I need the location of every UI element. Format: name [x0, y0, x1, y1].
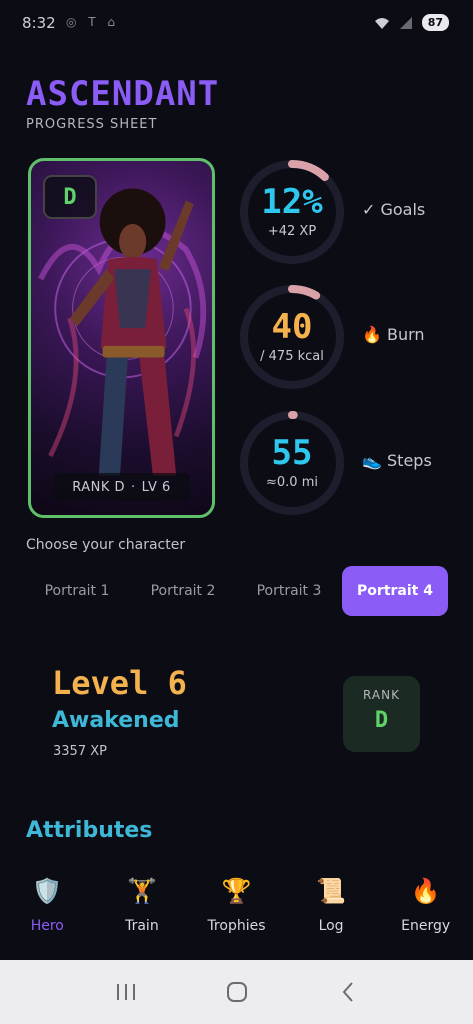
rank-box-label: RANK — [363, 688, 400, 702]
back-button[interactable] — [328, 972, 368, 1012]
goals-value: 12% — [261, 182, 323, 222]
fire-icon: 🔥 — [410, 877, 441, 905]
steps-sub: ≈0.0 mi — [266, 475, 318, 490]
nav-label-train: Train — [125, 918, 159, 934]
burn-value: 40 — [271, 307, 313, 347]
rank-box: RANK D — [343, 676, 420, 752]
app-title: ASCENDANT — [26, 74, 220, 114]
portrait-tabs: Portrait 1 Portrait 2 Portrait 3 Portrai… — [24, 565, 448, 617]
wifi-icon — [374, 17, 389, 29]
burn-sub: / 475 kcal — [260, 349, 324, 364]
status-indicator-icons: ◎ T ⌂ — [66, 15, 120, 29]
rank-box-value: D — [374, 708, 389, 733]
app-subtitle: PROGRESS SHEET — [26, 117, 158, 132]
attributes-heading: Attributes — [26, 818, 153, 843]
nav-label-trophies: Trophies — [207, 918, 266, 934]
system-nav-bar — [0, 960, 473, 1024]
rank-strip-level: LV 6 — [141, 479, 171, 495]
metric-steps[interactable]: 55 ≈0.0 mi 👟 Steps — [236, 407, 446, 515]
weightlifter-icon: 🏋️ — [126, 877, 157, 905]
nav-item-trophies[interactable]: 🏆 Trophies — [189, 862, 284, 960]
scroll-icon: 📜 — [316, 877, 347, 905]
signal-icon — [399, 16, 412, 29]
rank-level-strip: RANK D · LV 6 — [53, 473, 190, 501]
nav-item-energy[interactable]: 🔥 Energy — [378, 862, 473, 960]
tab-portrait-4[interactable]: Portrait 4 — [342, 566, 448, 616]
goals-sub: +42 XP — [267, 224, 317, 239]
goals-label: ✓ Goals — [362, 200, 426, 219]
nav-item-train[interactable]: 🏋️ Train — [95, 862, 190, 960]
nav-label-hero: Hero — [30, 918, 64, 934]
recent-apps-icon — [116, 984, 135, 1000]
level-xp: 3357 XP — [53, 744, 107, 759]
nav-item-log[interactable]: 📜 Log — [284, 862, 379, 960]
status-bar: 8:32 ◎ T ⌂ 87 — [0, 0, 473, 46]
metric-burn[interactable]: 40 / 475 kcal 🔥 Burn — [236, 281, 446, 389]
home-button[interactable] — [217, 972, 257, 1012]
nav-label-energy: Energy — [401, 918, 451, 934]
choose-character-label: Choose your character — [26, 537, 186, 553]
back-icon — [342, 982, 353, 1002]
status-time: 8:32 — [22, 14, 56, 32]
status-right: 87 — [374, 14, 449, 31]
tab-portrait-1[interactable]: Portrait 1 — [24, 566, 130, 616]
rank-strip-separator: · — [131, 479, 136, 495]
character-portrait[interactable]: D RANK D · LV 6 — [28, 158, 215, 518]
level-title: Level 6 — [52, 664, 187, 702]
metric-goals[interactable]: 12% +42 XP ✓ Goals — [236, 156, 446, 264]
trophy-icon: 🏆 — [221, 877, 252, 905]
rank-badge: D — [43, 175, 97, 219]
shield-icon: 🛡️ — [32, 877, 63, 905]
rank-badge-letter: D — [63, 184, 77, 210]
level-name: Awakened — [52, 708, 180, 733]
nav-item-hero[interactable]: 🛡️ Hero — [0, 862, 95, 960]
rank-strip-rank: RANK D — [72, 479, 126, 495]
bottom-nav: 🛡️ Hero 🏋️ Train 🏆 Trophies 📜 Log 🔥 Ener… — [0, 862, 473, 960]
tab-portrait-2[interactable]: Portrait 2 — [130, 566, 236, 616]
steps-value: 55 — [271, 433, 313, 473]
tab-portrait-3[interactable]: Portrait 3 — [236, 566, 342, 616]
nav-label-log: Log — [318, 918, 344, 934]
burn-label: 🔥 Burn — [362, 325, 425, 344]
recent-apps-button[interactable] — [106, 972, 146, 1012]
steps-label: 👟 Steps — [362, 451, 432, 470]
battery-indicator: 87 — [421, 14, 449, 31]
home-icon — [226, 982, 247, 1002]
